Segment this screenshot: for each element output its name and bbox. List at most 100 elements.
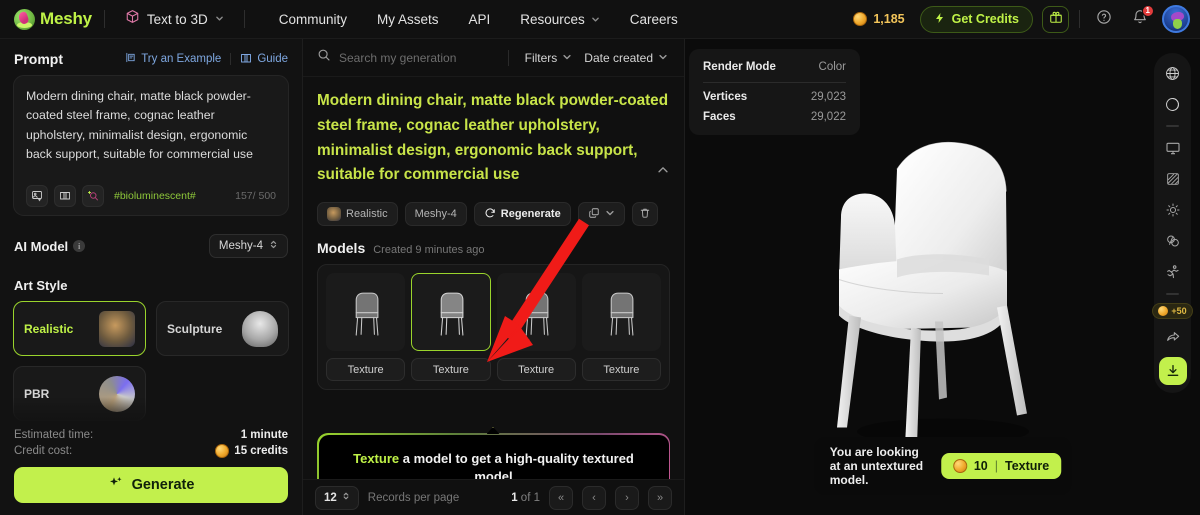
- prompt-tag: #bioluminescent#: [114, 190, 196, 202]
- get-credits-button[interactable]: Get Credits: [919, 5, 1033, 33]
- vertices-label: Vertices: [703, 91, 748, 103]
- generate-footer: Estimated time: 1 minute Credit cost: 15…: [0, 421, 302, 515]
- notifications-button[interactable]: 1: [1126, 4, 1154, 33]
- user-avatar[interactable]: [1162, 5, 1190, 33]
- search-icon: [317, 48, 331, 67]
- gift-button[interactable]: [1042, 5, 1069, 33]
- ai-model-row: AI Model i Meshy-4: [0, 234, 302, 258]
- art-style-card-realistic[interactable]: Realistic: [13, 301, 146, 356]
- prompt-input-box[interactable]: Modern dining chair, matte black powder-…: [13, 75, 289, 216]
- wireframe-view-button[interactable]: [1160, 60, 1186, 86]
- coin-icon: [1158, 306, 1169, 316]
- credit-cost-value-wrap: 15 credits: [215, 444, 288, 458]
- chevron-down-icon: [562, 51, 572, 65]
- tooltip-content: Texture a model to get a high-quality te…: [318, 434, 669, 479]
- chevron-updown-icon: [342, 491, 350, 504]
- help-button[interactable]: [1090, 6, 1117, 33]
- nav-label: Careers: [629, 11, 678, 27]
- model-thumbnail-1[interactable]: [326, 273, 406, 352]
- chair-3d-model[interactable]: [793, 109, 1093, 464]
- nav-label: API: [468, 11, 491, 27]
- credits-amount: 1,185: [873, 12, 905, 26]
- credits-balance[interactable]: 1,185: [847, 9, 910, 29]
- copy-dropdown-button[interactable]: [577, 202, 625, 227]
- filters-dropdown[interactable]: Filters: [519, 47, 579, 69]
- records-per-page-select[interactable]: 12: [315, 485, 359, 510]
- coin-icon: [853, 12, 868, 26]
- texture-button-3[interactable]: Texture: [496, 358, 576, 382]
- model-thumbnails: [326, 273, 661, 352]
- generation-prompt-text: Modern dining chair, matte black powder-…: [303, 77, 684, 190]
- nav-item-resources[interactable]: Resources: [506, 6, 614, 33]
- faces-label: Faces: [703, 111, 736, 123]
- meshy-app: Meshy Text to 3D Community My Assets API…: [0, 0, 1200, 515]
- guide-link[interactable]: Guide: [240, 52, 288, 67]
- delete-button[interactable]: [631, 202, 658, 227]
- mode-selector-label: Text to 3D: [146, 11, 208, 27]
- animation-button[interactable]: [1160, 259, 1186, 285]
- enhance-prompt-button[interactable]: [82, 185, 104, 207]
- texture-button-4[interactable]: Texture: [581, 358, 661, 382]
- ai-model-label: AI Model: [14, 238, 69, 254]
- first-page-button[interactable]: «: [549, 485, 573, 510]
- chip-label: Realistic: [346, 208, 388, 221]
- status-message: You are looking at an untextured model.: [829, 445, 924, 487]
- chip-art-style[interactable]: Realistic: [317, 202, 398, 227]
- texture-action-button[interactable]: 10 | Texture: [940, 453, 1062, 479]
- chip-ai-model[interactable]: Meshy-4: [404, 202, 467, 227]
- try-an-example-link[interactable]: Try an Example: [125, 52, 221, 66]
- prompt-toolbar: #bioluminescent# 157/ 500: [26, 185, 276, 207]
- render-mode-row[interactable]: Render Mode Color: [703, 61, 846, 73]
- texture-view-button[interactable]: [1160, 166, 1186, 192]
- meshy-logo[interactable]: Meshy: [14, 8, 92, 30]
- nav-item-my-assets[interactable]: My Assets: [363, 6, 453, 33]
- art-style-card-sculpture[interactable]: Sculpture: [156, 301, 289, 356]
- divider: [230, 53, 232, 65]
- cube-icon: [125, 9, 140, 29]
- collapse-prompt-button[interactable]: [656, 161, 670, 186]
- model-thumbnail-3[interactable]: [496, 273, 576, 352]
- ai-model-value: Meshy-4: [218, 240, 263, 252]
- model-thumbnail-4[interactable]: [581, 273, 661, 352]
- art-style-name: Sculpture: [167, 321, 223, 336]
- example-icon: [125, 52, 136, 66]
- divider: [1079, 10, 1080, 28]
- texture-button-2[interactable]: Texture: [411, 358, 491, 382]
- last-page-button[interactable]: »: [648, 485, 672, 510]
- model-thumbnail-2[interactable]: [411, 273, 491, 352]
- texture-button-1[interactable]: Texture: [326, 358, 406, 382]
- vertices-value: 29,023: [810, 91, 846, 103]
- next-page-button[interactable]: ›: [615, 485, 639, 510]
- nav-item-api[interactable]: API: [454, 6, 504, 33]
- search-input[interactable]: [339, 50, 498, 65]
- art-style-card-pbr[interactable]: PBR: [13, 366, 146, 421]
- nav-item-community[interactable]: Community: [265, 6, 361, 33]
- prompt-input[interactable]: Modern dining chair, matte black powder-…: [26, 87, 276, 185]
- prev-page-button[interactable]: ‹: [582, 485, 606, 510]
- share-button[interactable]: [1160, 324, 1186, 350]
- lighting-button[interactable]: [1160, 197, 1186, 223]
- sort-dropdown-date-created[interactable]: Date created: [578, 47, 674, 69]
- image-to-prompt-button[interactable]: [26, 185, 48, 207]
- search-wrap: [317, 48, 498, 67]
- mode-selector-text-to-3d[interactable]: Text to 3D: [117, 5, 232, 33]
- info-icon[interactable]: i: [73, 240, 86, 252]
- regenerate-button[interactable]: Regenerate: [473, 202, 571, 227]
- estimated-time-row: Estimated time: 1 minute: [14, 429, 288, 441]
- chevron-down-icon: [658, 51, 668, 65]
- ai-model-select[interactable]: Meshy-4: [208, 234, 288, 258]
- tooltip-arrow-icon: [486, 427, 500, 434]
- chevron-down-icon: [591, 12, 600, 27]
- generate-button[interactable]: Generate: [14, 467, 288, 503]
- 3d-viewport[interactable]: Render Mode Color Vertices 29,023 Faces …: [685, 39, 1200, 515]
- credit-cost-row: Credit cost: 15 credits: [14, 444, 288, 458]
- display-settings-button[interactable]: [1160, 135, 1186, 161]
- download-button[interactable]: [1158, 357, 1187, 385]
- prompt-library-button[interactable]: [54, 185, 76, 207]
- shaded-view-button[interactable]: [1160, 91, 1186, 117]
- prompt-header: Prompt Try an Example Guide: [0, 39, 302, 75]
- untextured-status-bar: You are looking at an untextured model. …: [813, 437, 1072, 495]
- rigging-button[interactable]: [1160, 228, 1186, 254]
- generate-label: Generate: [131, 477, 195, 493]
- nav-item-careers[interactable]: Careers: [616, 6, 692, 33]
